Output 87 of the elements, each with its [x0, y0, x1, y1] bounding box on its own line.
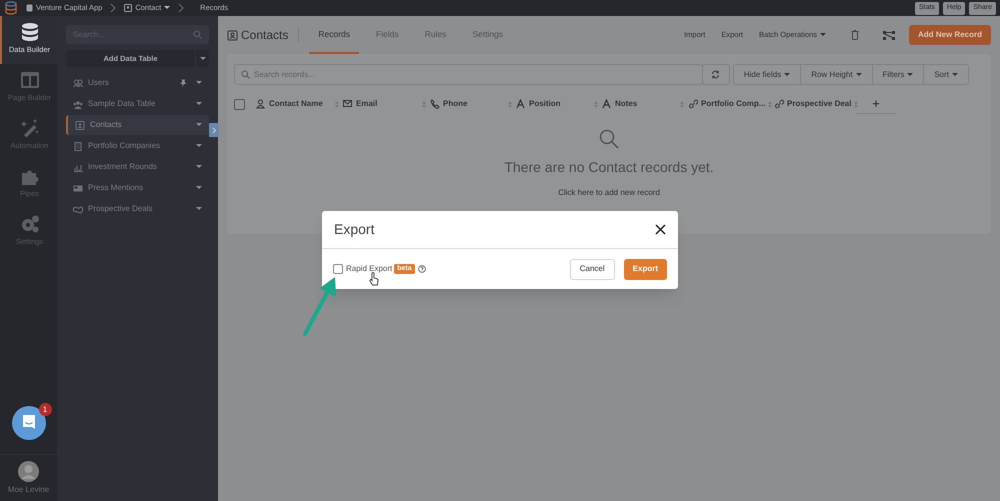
column-header[interactable]: Contact Name	[256, 98, 343, 110]
add-record-link[interactable]: Click here to add new record	[558, 187, 660, 199]
chat-button[interactable]	[12, 406, 46, 440]
link-icon	[688, 99, 698, 109]
column-header[interactable]: Position	[516, 98, 602, 110]
database-logo-icon[interactable]	[4, 1, 18, 15]
add-column-button[interactable]: +	[856, 94, 896, 114]
caret-icon	[907, 72, 914, 76]
column-header[interactable]: Email	[343, 98, 430, 110]
phone-icon	[430, 99, 440, 109]
dropdown-button[interactable]	[195, 50, 209, 67]
contact-card-icon	[124, 4, 132, 12]
tab[interactable]: Rules	[416, 16, 456, 54]
search-icon	[241, 70, 250, 79]
column-header[interactable]: Notes	[602, 98, 688, 110]
pin-icon	[179, 79, 187, 87]
option-label: Rapid Export	[346, 263, 392, 275]
export-button[interactable]: Export	[624, 258, 667, 280]
notification-badge: 1	[38, 403, 52, 416]
table-list-item[interactable]: Investment Rounds	[66, 157, 209, 177]
sort-icon	[768, 100, 772, 108]
building-icon	[73, 142, 83, 150]
sort-icon	[854, 100, 858, 108]
chat-icon	[20, 414, 36, 432]
link-icon	[774, 99, 784, 109]
refresh-button[interactable]	[702, 64, 730, 85]
table-list-item[interactable]: Press Mentions	[66, 178, 209, 198]
search-icon	[193, 30, 202, 39]
chevron-icon	[110, 3, 116, 13]
close-icon[interactable]	[655, 224, 666, 235]
table-list-item[interactable]: Prospective Deals	[66, 199, 209, 219]
toolbar-button[interactable]: Hide fields	[734, 65, 800, 84]
caret-icon	[196, 165, 202, 169]
select-all-checkbox[interactable]	[234, 98, 245, 110]
layout-icon	[20, 70, 40, 90]
nodes-icon	[882, 30, 895, 40]
column-header[interactable]: Portfolio Comp...	[688, 98, 774, 110]
caret-icon	[952, 72, 958, 76]
caret-icon	[196, 81, 202, 85]
search-icon	[599, 129, 619, 149]
caret-icon	[200, 56, 206, 60]
checkbox[interactable]	[333, 264, 343, 274]
text-icon	[516, 99, 526, 109]
tab[interactable]: Settings	[463, 16, 512, 54]
table-list-item[interactable]: Sample Data Table	[66, 94, 209, 114]
toolbar-button[interactable]: Sort	[923, 65, 968, 84]
mail-icon	[343, 99, 353, 109]
column-header[interactable]: Phone	[430, 98, 516, 110]
caret-icon	[196, 123, 202, 127]
caret-icon	[196, 186, 202, 190]
group-icon	[73, 100, 83, 108]
table-list-item[interactable]: Portfolio Companies	[66, 136, 209, 156]
refresh-icon	[711, 70, 720, 79]
table-list-item[interactable]: Users	[66, 73, 209, 93]
tab[interactable]: Fields	[367, 16, 408, 54]
column-header[interactable]: Prospective Deal	[774, 98, 856, 110]
add-new-record-button[interactable]: Add New Record	[908, 25, 991, 45]
wand-icon	[20, 118, 40, 138]
contact-card-icon	[227, 30, 238, 40]
trash-icon	[850, 30, 859, 40]
user-name: Moe Levine	[8, 484, 50, 496]
empty-message: There are no Contact records yet.	[504, 158, 714, 177]
caret-icon	[164, 6, 170, 10]
contact-icon	[75, 120, 85, 130]
avatar-icon[interactable]	[18, 461, 39, 482]
chevron-icon	[178, 3, 184, 13]
caret-icon	[856, 72, 862, 76]
dialog-title: Export	[334, 220, 374, 239]
chart-icon	[73, 162, 83, 172]
caret-icon	[784, 72, 790, 76]
users-icon	[73, 78, 83, 88]
page-title: Contacts	[241, 27, 288, 44]
text-icon	[602, 99, 612, 109]
chevron-icon	[212, 126, 216, 134]
caret-icon	[196, 207, 202, 211]
news-icon	[73, 184, 83, 192]
help-icon[interactable]	[418, 265, 426, 273]
cancel-button[interactable]: Cancel	[570, 258, 615, 280]
toolbar-button[interactable]: Filters	[872, 65, 924, 84]
person-icon	[256, 99, 266, 109]
table-list-item[interactable]: Contacts	[66, 115, 209, 135]
caret-icon	[820, 33, 826, 37]
hand-cursor-icon	[369, 272, 379, 286]
toolbar-button[interactable]: Row Height	[800, 65, 872, 84]
caret-icon	[196, 102, 202, 106]
gears-icon	[20, 214, 40, 234]
caret-icon	[196, 144, 202, 148]
